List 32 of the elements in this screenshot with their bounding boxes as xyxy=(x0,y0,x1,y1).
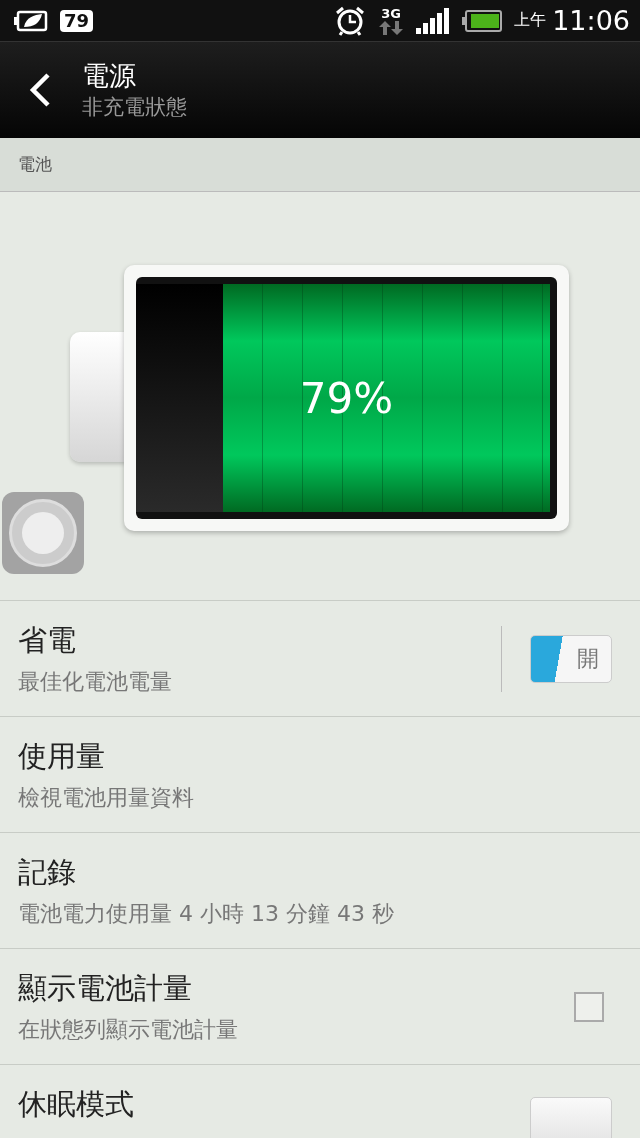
setting-description: 檢視電池用量資料 xyxy=(18,783,195,812)
setting-description: 在狀態列顯示電池計量 xyxy=(18,1015,239,1044)
toggle-switch[interactable]: 開 xyxy=(530,634,612,683)
battery-percent-badge: 79 xyxy=(60,9,94,32)
data-arrows-icon xyxy=(378,20,405,35)
setting-description: 電池電力使用量 4 小時 13 分鐘 43 秒 xyxy=(18,899,395,928)
clock-time: 11:06 xyxy=(552,5,630,36)
screen-title: 電源 xyxy=(82,59,137,93)
back-icon[interactable] xyxy=(28,72,52,108)
battery-percentage: 79% xyxy=(299,373,394,423)
signal-icon xyxy=(416,7,451,34)
alarm-clock-icon xyxy=(334,4,367,37)
setting-description: 最佳化電池電量 xyxy=(18,667,173,696)
battery-icon xyxy=(462,9,503,32)
network-type: 3G xyxy=(381,6,402,21)
settings-row[interactable]: 記錄 電池電力使用量 4 小時 13 分鐘 43 秒 xyxy=(0,833,640,949)
section-header: 電池 xyxy=(0,138,640,192)
settings-row[interactable]: 使用量 檢視電池用量資料 xyxy=(0,717,640,833)
settings-row[interactable]: 省電 最佳化電池電量 開 xyxy=(0,601,640,717)
floating-touch-button[interactable] xyxy=(2,492,84,574)
am-pm-label: 上午 xyxy=(514,10,547,31)
leaf-battery-icon xyxy=(14,8,50,33)
setting-title: 使用量 xyxy=(18,737,106,775)
toggle-switch[interactable] xyxy=(530,1097,612,1138)
settings-row[interactable]: 顯示電池計量 在狀態列顯示電池計量 xyxy=(0,949,640,1065)
setting-title: 省電 xyxy=(18,621,77,659)
settings-row[interactable]: 休眠模式 xyxy=(0,1065,640,1138)
setting-title: 休眠模式 xyxy=(18,1086,135,1123)
setting-title: 記錄 xyxy=(18,853,77,891)
setting-title: 顯示電池計量 xyxy=(18,969,193,1007)
screen-subtitle: 非充電狀態 xyxy=(82,94,187,121)
checkbox[interactable] xyxy=(574,991,604,1022)
